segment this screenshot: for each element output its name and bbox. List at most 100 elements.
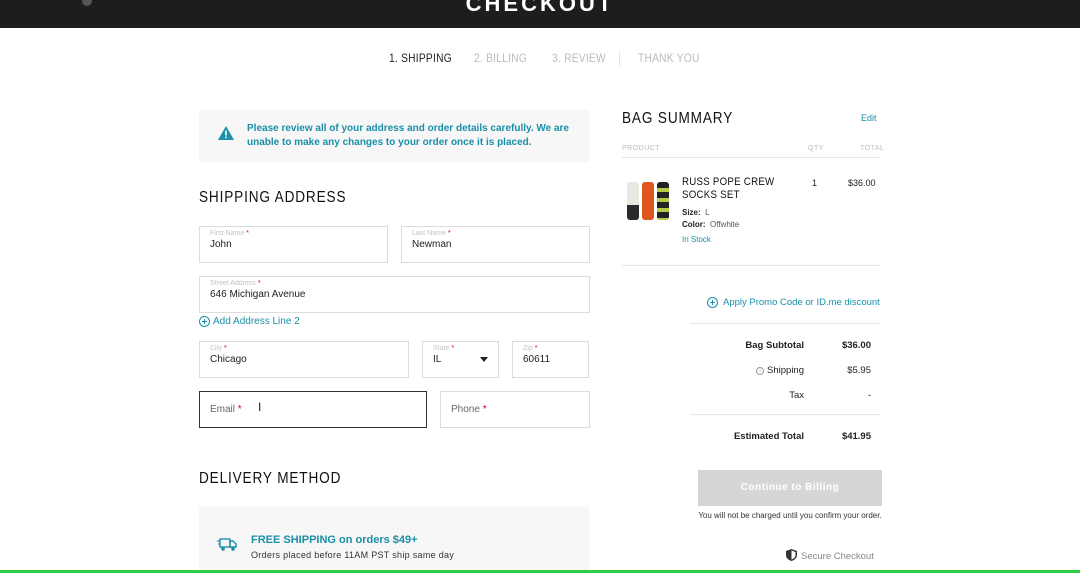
size-label: Size: [682, 208, 701, 217]
required-mark: * [246, 230, 249, 237]
tax-value: - [867, 390, 871, 401]
email-placeholder: Email * [210, 404, 242, 415]
last-name-label: Last Name * [412, 230, 451, 237]
street-address-field[interactable]: Street Address * 646 Michigan Avenue [199, 276, 590, 313]
last-name-label-text: Last Name [412, 230, 446, 237]
plus-circle-icon [199, 316, 210, 327]
email-placeholder-text: Email [210, 404, 236, 415]
city-field[interactable]: City * Chicago [199, 341, 409, 378]
review-alert: Please review all of your address and or… [199, 110, 589, 162]
checkout-steps: 1. SHIPPING 2. BILLING 3. REVIEW THANK Y… [0, 51, 1080, 67]
bag-summary-heading: BAG SUMMARY [622, 110, 734, 127]
shield-icon [786, 549, 797, 564]
col-total: TOTAL [860, 145, 885, 152]
state-value: IL [433, 354, 442, 365]
street-address-label-text: Street Address [210, 280, 256, 287]
plus-circle-icon [707, 297, 718, 308]
state-select[interactable]: State * IL [422, 341, 499, 378]
required-mark: * [451, 345, 455, 352]
apply-promo-label: Apply Promo Code or ID.me discount [723, 297, 880, 308]
first-name-field[interactable]: First Name * John [199, 226, 388, 263]
required-mark: * [534, 345, 538, 352]
sock-image [642, 182, 654, 220]
step-thank-you: THANK YOU [638, 51, 700, 65]
shipping-value: $5.95 [847, 365, 871, 376]
zip-label: Zip * [523, 345, 537, 352]
color-value: Offwhite [710, 220, 740, 229]
bag-subtotal-value: $36.00 [841, 340, 871, 351]
top-header: CHECKOUT [0, 0, 1080, 28]
warning-icon [218, 126, 234, 145]
estimated-total-value: $41.95 [841, 431, 871, 442]
state-label: State * [433, 345, 454, 352]
required-mark: * [257, 280, 261, 287]
street-address-label: Street Address * [210, 280, 261, 287]
page-title: CHECKOUT [465, 0, 615, 16]
first-name-label: First Name * [210, 230, 249, 237]
shipping-label: i Shipping [756, 365, 804, 376]
divider [622, 157, 880, 158]
step-review: 3. REVIEW [552, 51, 606, 65]
product-color: Color: Offwhite [682, 220, 739, 229]
add-address-line-2-link[interactable]: Add Address Line 2 [199, 316, 300, 327]
truck-icon [217, 536, 237, 557]
required-mark: * [224, 345, 227, 352]
city-label-text: City [210, 345, 223, 352]
phone-placeholder-text: Phone [451, 404, 480, 415]
shipping-address-heading: SHIPPING ADDRESS [199, 189, 347, 206]
add-address-line-2-label: Add Address Line 2 [213, 316, 300, 327]
sock-image [657, 182, 669, 220]
first-name-value: John [210, 239, 232, 250]
col-product: PRODUCT [622, 145, 661, 152]
continue-to-billing-button[interactable]: Continue to Billing [698, 470, 882, 506]
product-price: $36.00 [848, 178, 876, 188]
sock-image [627, 182, 639, 220]
alert-message: Please review all of your address and or… [247, 123, 569, 148]
first-name-label-text: First Name [210, 230, 245, 237]
text-cursor-icon: I [258, 400, 262, 414]
divider [690, 323, 880, 324]
last-name-value: Newman [412, 239, 452, 250]
city-label: City * [210, 345, 227, 352]
bag-subtotal-label: Bag Subtotal [745, 340, 804, 351]
col-qty: QTY [808, 145, 824, 152]
last-name-field[interactable]: Last Name * Newman [401, 226, 590, 263]
secure-checkout: Secure Checkout [786, 549, 874, 564]
size-value: L [705, 208, 710, 217]
product-name[interactable]: RUSS POPE CREW SOCKS SET [682, 176, 788, 202]
free-shipping-title: FREE SHIPPING on orders $49+ [251, 534, 418, 546]
zip-field[interactable]: Zip * 60611 [512, 341, 589, 378]
color-label: Color: [682, 220, 706, 229]
zip-value: 60611 [523, 354, 551, 365]
delivery-method-heading: DELIVERY METHOD [199, 470, 342, 487]
required-mark: * [447, 230, 451, 237]
phone-placeholder: Phone * [451, 404, 487, 415]
chevron-down-icon [480, 357, 488, 362]
estimated-total-label: Estimated Total [733, 431, 804, 442]
step-billing: 2. BILLING [474, 51, 528, 65]
required-mark: * [482, 404, 487, 415]
email-field[interactable]: Email * I [199, 391, 427, 428]
free-shipping-subtitle: Orders placed before 11AM PST ship same … [251, 550, 455, 560]
state-label-text: State [433, 345, 450, 352]
secure-checkout-label: Secure Checkout [801, 551, 874, 562]
divider [690, 414, 880, 415]
info-icon[interactable]: i [756, 367, 765, 375]
steps-divider [619, 51, 620, 67]
zip-label-text: Zip [523, 345, 533, 352]
product-size: Size: L [682, 208, 710, 217]
tax-label: Tax [789, 390, 804, 401]
street-address-value: 646 Michigan Avenue [210, 289, 306, 300]
stock-status: In Stock [682, 235, 711, 244]
step-shipping[interactable]: 1. SHIPPING [389, 51, 452, 65]
shipping-label-text: Shipping [767, 365, 804, 376]
divider [622, 265, 880, 266]
apply-promo-link[interactable]: Apply Promo Code or ID.me discount [707, 297, 880, 308]
charge-note: You will not be charged until you confir… [698, 511, 882, 520]
city-value: Chicago [210, 354, 247, 365]
product-thumbnail[interactable] [627, 180, 671, 222]
edit-bag-link[interactable]: Edit [861, 113, 877, 123]
required-mark: * [237, 404, 242, 415]
free-shipping-banner: FREE SHIPPING on orders $49+ Orders plac… [199, 507, 589, 573]
phone-field[interactable]: Phone * [440, 391, 590, 428]
